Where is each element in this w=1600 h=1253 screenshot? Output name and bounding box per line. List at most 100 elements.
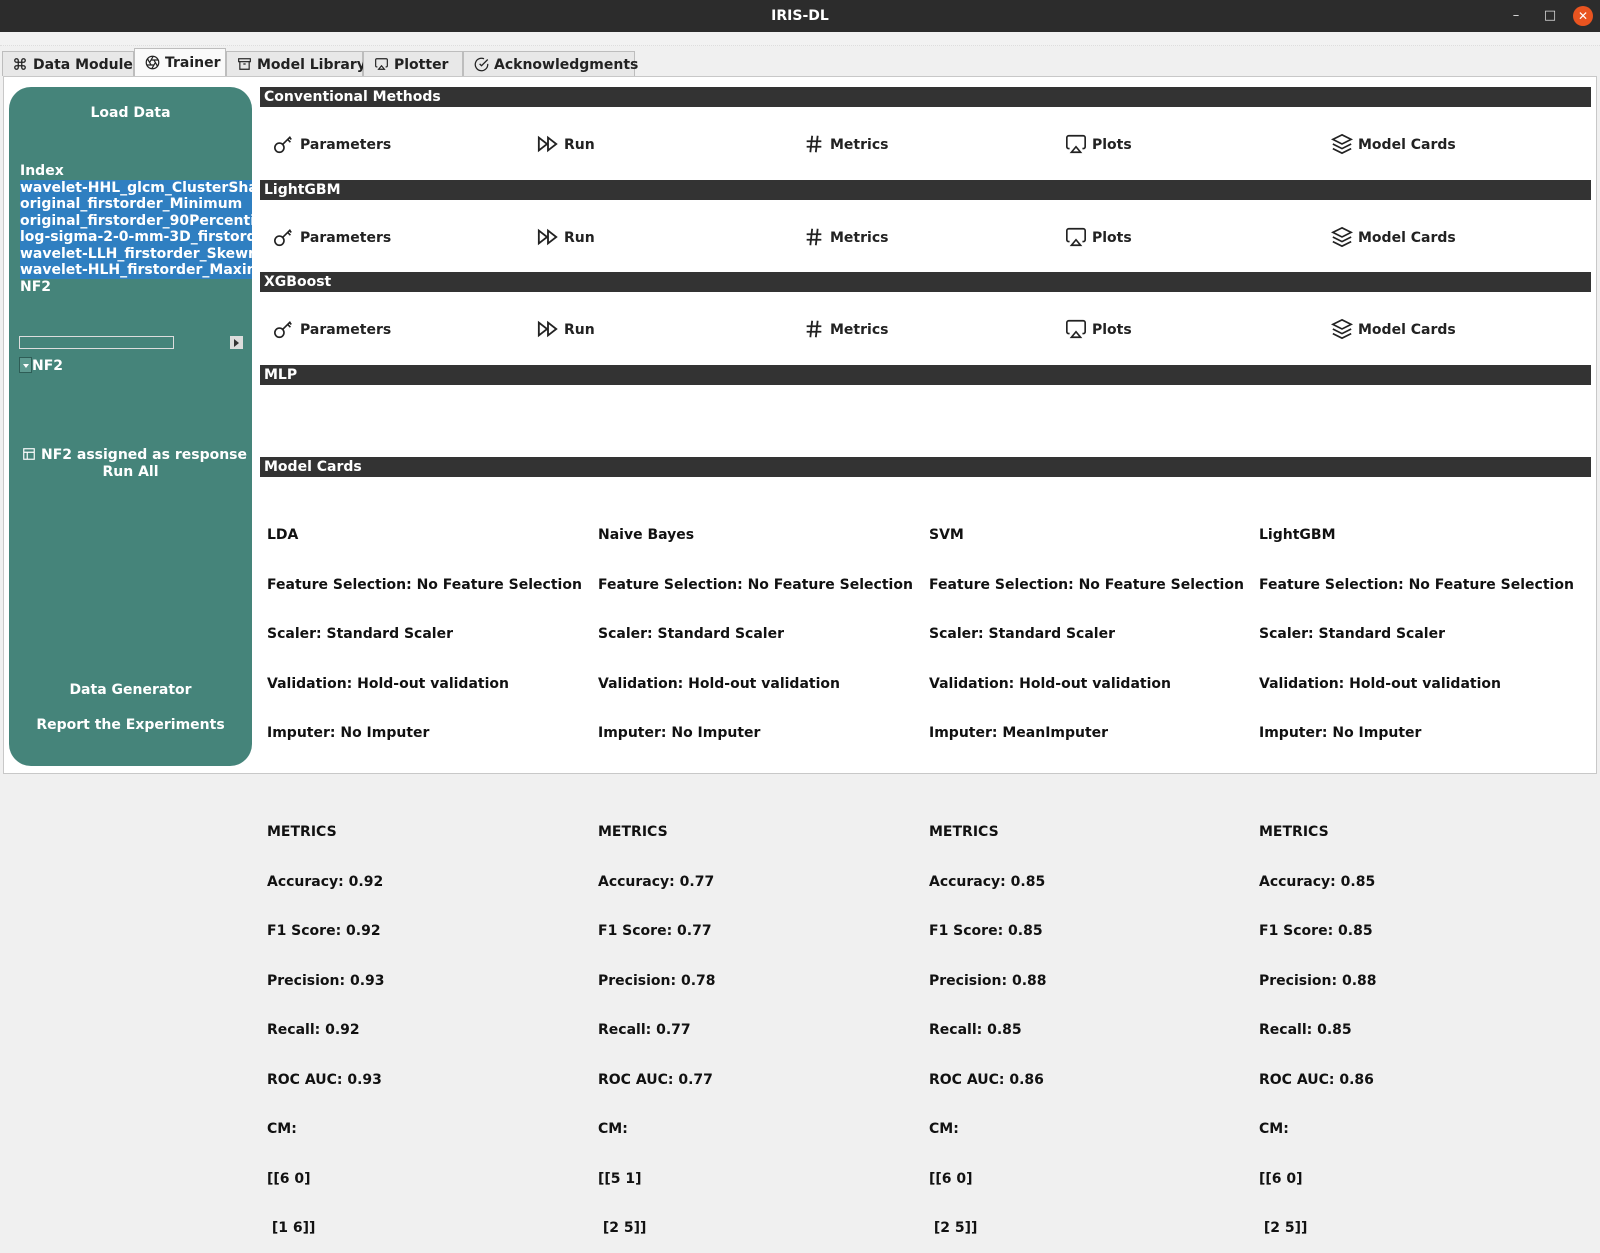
list-item[interactable]: NF2 [20, 279, 252, 296]
run-all-button[interactable]: Run All [9, 464, 252, 480]
scroll-right-button[interactable] [230, 336, 243, 349]
lightgbm-model-cards-button[interactable]: Model Cards [1330, 226, 1456, 248]
fast-forward-icon [536, 133, 560, 155]
window-title: IRIS-DL [771, 8, 829, 24]
card-spacer [929, 775, 1244, 792]
card-cm-row: [[6 0] [929, 1170, 973, 1187]
card-imputer: Imputer: MeanImputer [929, 725, 1109, 741]
lightgbm-parameters-button[interactable]: Parameters [272, 226, 391, 248]
card-title: Naive Bayes [598, 527, 695, 543]
card-recall: Recall: 0.85 [929, 1022, 1022, 1038]
xgboost-metrics-button[interactable]: Metrics [802, 318, 888, 340]
card-validation: Validation: Hold-out validation [929, 675, 1171, 692]
card-cm-row: [2 5]] [929, 1220, 978, 1236]
conventional-run-button[interactable]: Run [536, 133, 595, 155]
card-cm-row: [1 6]] [267, 1220, 316, 1236]
chevron-down-icon[interactable] [19, 357, 32, 373]
data-generator-button[interactable]: Data Generator [9, 682, 252, 698]
list-item[interactable]: wavelet-HLH_firstorder_Maximum [20, 262, 252, 279]
card-precision: Precision: 0.78 [598, 972, 716, 989]
card-imputer: Imputer: No Imputer [598, 725, 761, 741]
list-item[interactable]: original_firstorder_Minimum [20, 196, 252, 213]
action-label: Parameters [300, 137, 392, 153]
tab-model-library[interactable]: Model Library [226, 51, 366, 76]
card-cm-row: [[6 0] [1259, 1170, 1303, 1187]
tab-trainer[interactable]: Trainer [134, 48, 226, 76]
response-combobox[interactable]: NF2 [19, 357, 63, 374]
card-accuracy: Accuracy: 0.92 [267, 873, 384, 890]
card-roc-auc: ROC AUC: 0.77 [598, 1071, 713, 1088]
card-precision: Precision: 0.88 [929, 972, 1047, 989]
card-cm-row: [2 5]] [598, 1220, 647, 1236]
card-title: LDA [267, 527, 299, 543]
card-roc-auc: ROC AUC: 0.86 [929, 1071, 1044, 1088]
tab-label: Trainer [165, 55, 221, 71]
section-lightgbm: LightGBM [260, 180, 1591, 200]
list-item[interactable]: wavelet-HHL_glcm_ClusterShade [20, 179, 252, 196]
list-item[interactable]: wavelet-LLH_firstorder_Skewness [20, 245, 252, 262]
card-cm-label: CM: [267, 1121, 297, 1137]
section-mlp: MLP [260, 365, 1591, 385]
hash-icon [802, 226, 826, 248]
xgboost-parameters-button[interactable]: Parameters [272, 318, 391, 340]
key-icon [272, 318, 296, 340]
tab-data-module[interactable]: Data Module [2, 51, 134, 76]
card-precision: Precision: 0.88 [1259, 972, 1377, 989]
load-data-button[interactable]: Load Data [9, 105, 252, 121]
response-status: NF2 assigned as response [22, 447, 247, 463]
card-validation: Validation: Hold-out validation [267, 675, 509, 692]
airplay-icon [1064, 226, 1088, 248]
section-conventional-methods: Conventional Methods [260, 87, 1591, 107]
tab-label: Data Module [33, 57, 133, 73]
card-recall: Recall: 0.92 [267, 1022, 360, 1038]
card-f1: F1 Score: 0.77 [598, 923, 712, 939]
lightgbm-run-button[interactable]: Run [536, 226, 595, 248]
index-header: Index [20, 163, 64, 179]
card-feature-selection: Feature Selection: No Feature Selection [929, 576, 1244, 593]
lightgbm-metrics-button[interactable]: Metrics [802, 226, 888, 248]
tab-label: Plotter [394, 57, 449, 73]
airplay-icon [1064, 318, 1088, 340]
horizontal-scrollbar[interactable] [19, 336, 174, 349]
list-item[interactable]: original_firstorder_90Percentile [20, 212, 252, 229]
card-metrics-header: METRICS [598, 824, 668, 840]
minimize-button[interactable]: – [1506, 6, 1526, 26]
card-accuracy: Accuracy: 0.85 [1259, 873, 1376, 890]
index-list[interactable]: Index wavelet-HHL_glcm_ClusterShade orig… [20, 163, 252, 295]
conventional-model-cards-button[interactable]: Model Cards [1330, 133, 1456, 155]
action-label: Plots [1092, 137, 1132, 153]
card-f1: F1 Score: 0.85 [929, 923, 1043, 939]
command-icon [13, 57, 29, 71]
hash-icon [802, 318, 826, 340]
xgboost-model-cards-button[interactable]: Model Cards [1330, 318, 1456, 340]
xgboost-plots-button[interactable]: Plots [1064, 318, 1132, 340]
conventional-parameters-button[interactable]: Parameters [272, 133, 391, 155]
close-button[interactable]: ✕ [1573, 6, 1593, 26]
hash-icon [802, 133, 826, 155]
action-label: Model Cards [1358, 322, 1456, 338]
title-bar: IRIS-DL – □ ✕ [0, 0, 1600, 32]
maximize-button[interactable]: □ [1540, 6, 1560, 26]
tab-plotter[interactable]: Plotter [363, 51, 463, 76]
card-imputer: Imputer: No Imputer [1259, 725, 1422, 741]
airplay-icon [1064, 133, 1088, 155]
model-card-svm: SVM Feature Selection: No Feature Select… [929, 494, 1244, 1253]
response-status-text: NF2 assigned as response [41, 447, 248, 463]
report-experiments-button[interactable]: Report the Experiments [9, 717, 252, 733]
action-label: Run [564, 137, 595, 153]
action-label: Run [564, 230, 595, 246]
card-scaler: Scaler: Standard Scaler [929, 626, 1115, 642]
card-cm-row: [[6 0] [267, 1170, 311, 1187]
card-metrics-header: METRICS [1259, 824, 1329, 840]
card-title: SVM [929, 527, 964, 543]
card-feature-selection: Feature Selection: No Feature Selection [1259, 576, 1574, 593]
conventional-metrics-button[interactable]: Metrics [802, 133, 888, 155]
card-f1: F1 Score: 0.92 [267, 923, 381, 939]
tab-acknowledgments[interactable]: Acknowledgments [463, 51, 638, 76]
list-item[interactable]: log-sigma-2-0-mm-3D_firstorder [20, 229, 252, 246]
conventional-plots-button[interactable]: Plots [1064, 133, 1132, 155]
card-spacer [267, 775, 582, 792]
card-feature-selection: Feature Selection: No Feature Selection [598, 576, 913, 593]
xgboost-run-button[interactable]: Run [536, 318, 595, 340]
lightgbm-plots-button[interactable]: Plots [1064, 226, 1132, 248]
